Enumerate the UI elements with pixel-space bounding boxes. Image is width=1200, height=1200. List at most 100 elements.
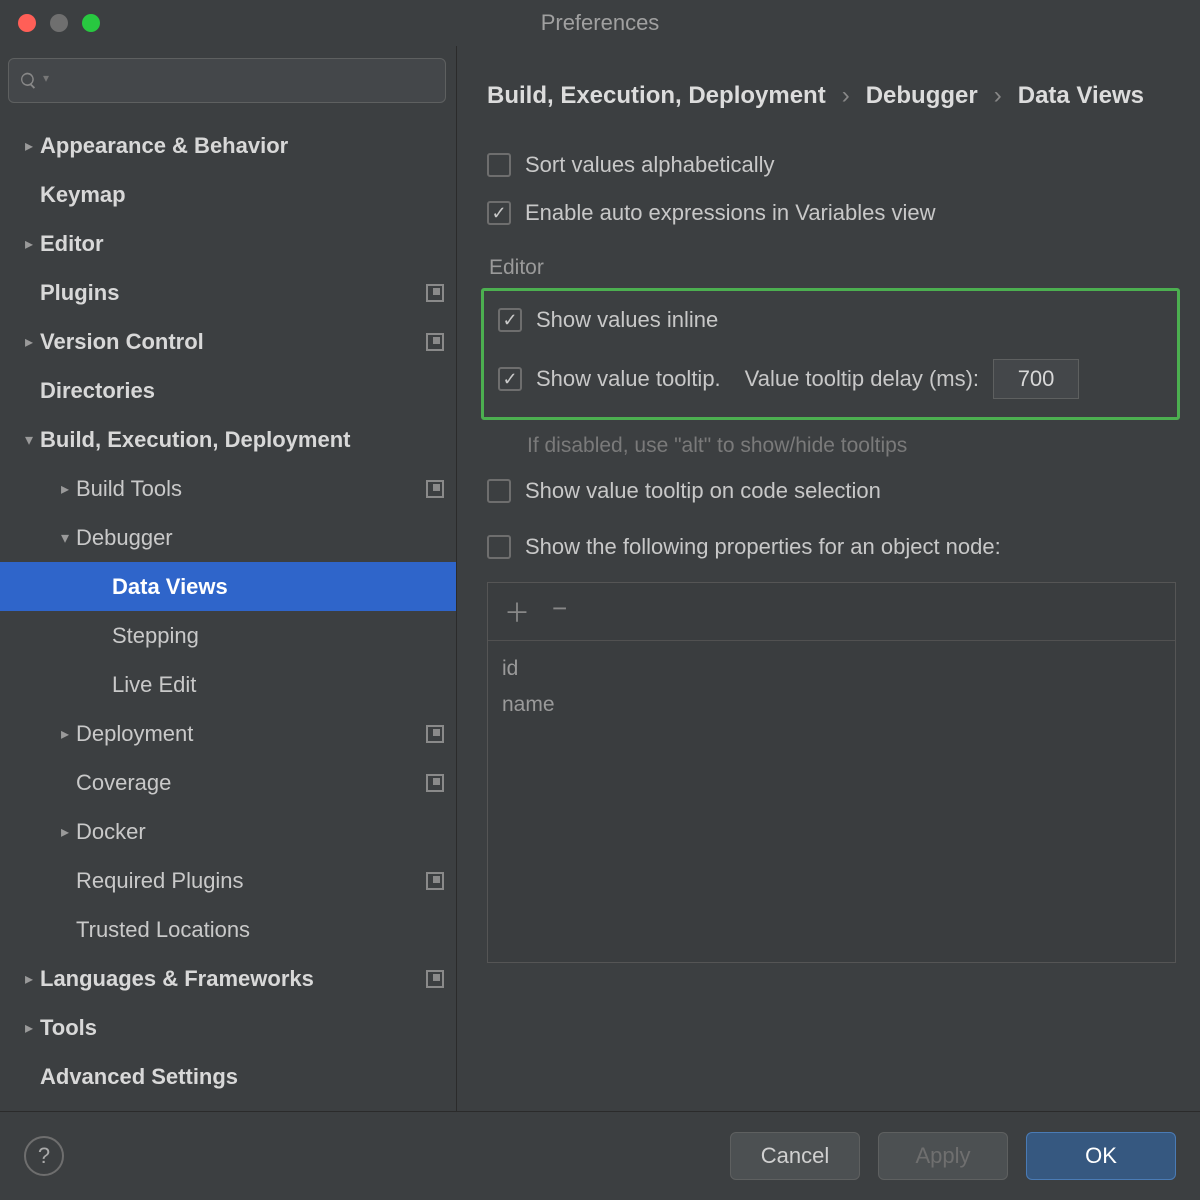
option-label: Show the following properties for an obj… [525,534,1001,560]
option-label: Show values inline [536,307,718,333]
show-properties-checkbox[interactable] [487,535,511,559]
window-title: Preferences [0,10,1200,36]
sidebar-item-required-plugins[interactable]: Required Plugins [0,856,456,905]
tooltip-delay-input[interactable] [993,359,1079,399]
sidebar-item-label: Debugger [76,525,444,551]
main-area: ▾ ▸Appearance & BehaviorKeymap▸EditorPlu… [0,46,1200,1111]
traffic-lights [18,14,100,32]
sidebar-item-data-views[interactable]: Data Views [0,562,456,611]
footer: ? Cancel Apply OK [0,1111,1200,1200]
chevron-right-icon: ▸ [18,136,40,156]
sidebar-item-label: Trusted Locations [76,917,444,943]
content-panel: Build, Execution, Deployment › Debugger … [457,46,1200,1111]
breadcrumb-item[interactable]: Build, Execution, Deployment [487,82,826,110]
sidebar-item-build-tools[interactable]: ▸Build Tools [0,464,456,513]
sidebar-item-editor[interactable]: ▸Editor [0,219,456,268]
sidebar-item-docker[interactable]: ▸Docker [0,807,456,856]
sidebar: ▾ ▸Appearance & BehaviorKeymap▸EditorPlu… [0,46,457,1111]
sort-alphabetically-checkbox[interactable] [487,153,511,177]
auto-expressions-checkbox[interactable] [487,201,511,225]
help-button[interactable]: ? [24,1136,64,1176]
project-level-icon [426,284,444,302]
search-icon [19,71,39,91]
sidebar-item-appearance-behavior[interactable]: ▸Appearance & Behavior [0,121,456,170]
sidebar-item-deployment[interactable]: ▸Deployment [0,709,456,758]
settings-tree: ▸Appearance & BehaviorKeymap▸EditorPlugi… [0,121,456,1101]
sidebar-item-coverage[interactable]: Coverage [0,758,456,807]
sidebar-item-label: Editor [40,231,444,257]
sidebar-item-label: Docker [76,819,444,845]
sidebar-item-languages-frameworks[interactable]: ▸Languages & Frameworks [0,954,456,1003]
properties-list: ＋ − idname [487,582,1176,963]
tooltip-hint: If disabled, use "alt" to show/hide tool… [527,434,1176,458]
add-icon[interactable]: ＋ [504,593,530,630]
sidebar-item-label: Build Tools [76,476,426,502]
titlebar: Preferences [0,0,1200,46]
chevron-right-icon: ▸ [54,822,76,842]
project-level-icon [426,872,444,890]
sidebar-item-advanced-settings[interactable]: Advanced Settings [0,1052,456,1101]
sidebar-item-label: Tools [40,1015,444,1041]
chevron-right-icon: ▸ [54,479,76,499]
chevron-right-icon: ▸ [18,1018,40,1038]
option-label: Enable auto expressions in Variables vie… [525,200,936,226]
chevron-right-icon: › [842,82,850,110]
sidebar-item-label: Appearance & Behavior [40,133,444,159]
sidebar-item-tools[interactable]: ▸Tools [0,1003,456,1052]
tooltip-on-selection-checkbox[interactable] [487,479,511,503]
chevron-right-icon: ▸ [54,724,76,744]
sidebar-item-keymap[interactable]: Keymap [0,170,456,219]
sidebar-item-label: Deployment [76,721,426,747]
sidebar-item-live-edit[interactable]: Live Edit [0,660,456,709]
breadcrumb-item: Data Views [1018,82,1144,110]
project-level-icon [426,774,444,792]
show-value-tooltip-checkbox[interactable] [498,367,522,391]
project-level-icon [426,970,444,988]
window-minimize-button[interactable] [50,14,68,32]
chevron-down-icon: ▾ [54,528,76,548]
remove-icon[interactable]: − [552,593,567,630]
sidebar-item-trusted-locations[interactable]: Trusted Locations [0,905,456,954]
sidebar-item-directories[interactable]: Directories [0,366,456,415]
sidebar-item-label: Stepping [112,623,444,649]
sidebar-item-label: Advanced Settings [40,1064,444,1090]
sidebar-item-label: Live Edit [112,672,444,698]
highlight-region: Show values inline Show value tooltip. V… [481,288,1180,420]
chevron-right-icon: ▸ [18,234,40,254]
sidebar-item-label: Version Control [40,329,426,355]
property-item[interactable]: id [502,651,1161,687]
search-input[interactable]: ▾ [8,58,446,103]
chevron-right-icon: ▸ [18,332,40,352]
chevron-down-icon: ▾ [18,430,40,450]
cancel-button[interactable]: Cancel [730,1132,860,1180]
option-label: Show value tooltip. [536,366,721,392]
tooltip-delay-label: Value tooltip delay (ms): [745,366,979,392]
chevron-right-icon: › [994,82,1002,110]
sidebar-item-label: Build, Execution, Deployment [40,427,444,453]
editor-section-header: Editor [489,256,1176,280]
sidebar-item-label: Directories [40,378,444,404]
project-level-icon [426,725,444,743]
sidebar-item-build-execution-deployment[interactable]: ▾Build, Execution, Deployment [0,415,456,464]
sidebar-item-debugger[interactable]: ▾Debugger [0,513,456,562]
show-values-inline-checkbox[interactable] [498,308,522,332]
project-level-icon [426,480,444,498]
breadcrumb-item[interactable]: Debugger [866,82,978,110]
sidebar-item-stepping[interactable]: Stepping [0,611,456,660]
sidebar-item-label: Plugins [40,280,426,306]
property-item[interactable]: name [502,687,1161,723]
sidebar-item-plugins[interactable]: Plugins [0,268,456,317]
sidebar-item-label: Coverage [76,770,426,796]
window-zoom-button[interactable] [82,14,100,32]
sidebar-item-label: Data Views [112,574,444,600]
sidebar-item-label: Required Plugins [76,868,426,894]
sidebar-item-label: Languages & Frameworks [40,966,426,992]
project-level-icon [426,333,444,351]
properties-toolbar: ＋ − [488,583,1175,641]
ok-button[interactable]: OK [1026,1132,1176,1180]
window-close-button[interactable] [18,14,36,32]
option-label: Sort values alphabetically [525,152,774,178]
sidebar-item-version-control[interactable]: ▸Version Control [0,317,456,366]
apply-button[interactable]: Apply [878,1132,1008,1180]
breadcrumb: Build, Execution, Deployment › Debugger … [487,82,1176,110]
